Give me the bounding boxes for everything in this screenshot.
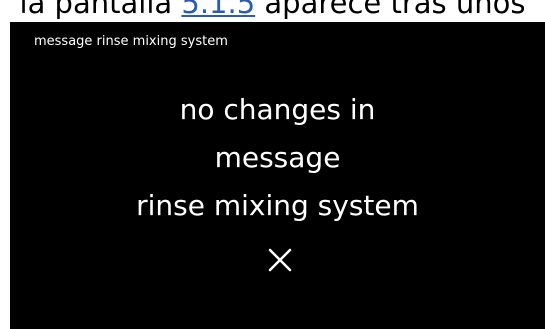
device-screen: message rinse mixing system no changes i… xyxy=(10,22,545,329)
close-button[interactable] xyxy=(262,242,298,278)
document-text-after: aparece tras unos xyxy=(255,0,526,20)
screen-title: message rinse mixing system xyxy=(34,34,228,49)
close-icon xyxy=(268,248,292,272)
message-line-2: message xyxy=(214,141,341,174)
message-line-3: rinse mixing system xyxy=(136,189,419,222)
message-line-1: no changes in xyxy=(179,93,376,126)
document-text-fragment: la pantalla 5.1.5 aparece tras unos xyxy=(0,0,545,22)
message-text: no changes in message rinse mixing syste… xyxy=(10,86,545,230)
section-link[interactable]: 5.1.5 xyxy=(181,0,255,20)
document-text-before: la pantalla xyxy=(19,0,182,20)
